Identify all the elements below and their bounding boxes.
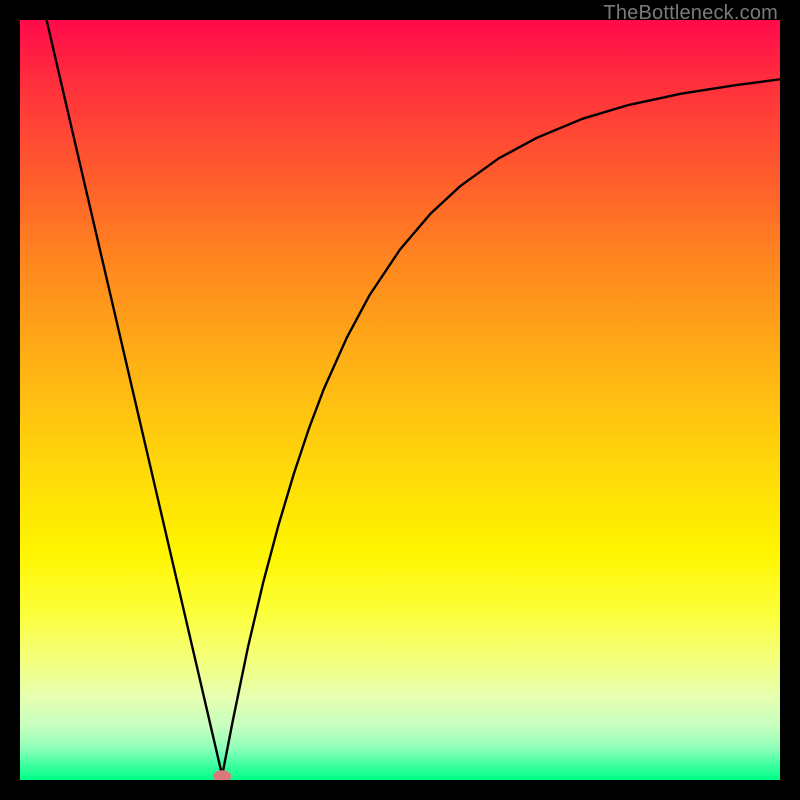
chart-svg xyxy=(20,20,780,780)
plot-area xyxy=(20,20,780,780)
minimum-marker xyxy=(213,770,231,780)
chart-frame: TheBottleneck.com xyxy=(0,0,800,800)
watermark-text: TheBottleneck.com xyxy=(603,2,778,25)
bottleneck-curve xyxy=(47,20,780,775)
